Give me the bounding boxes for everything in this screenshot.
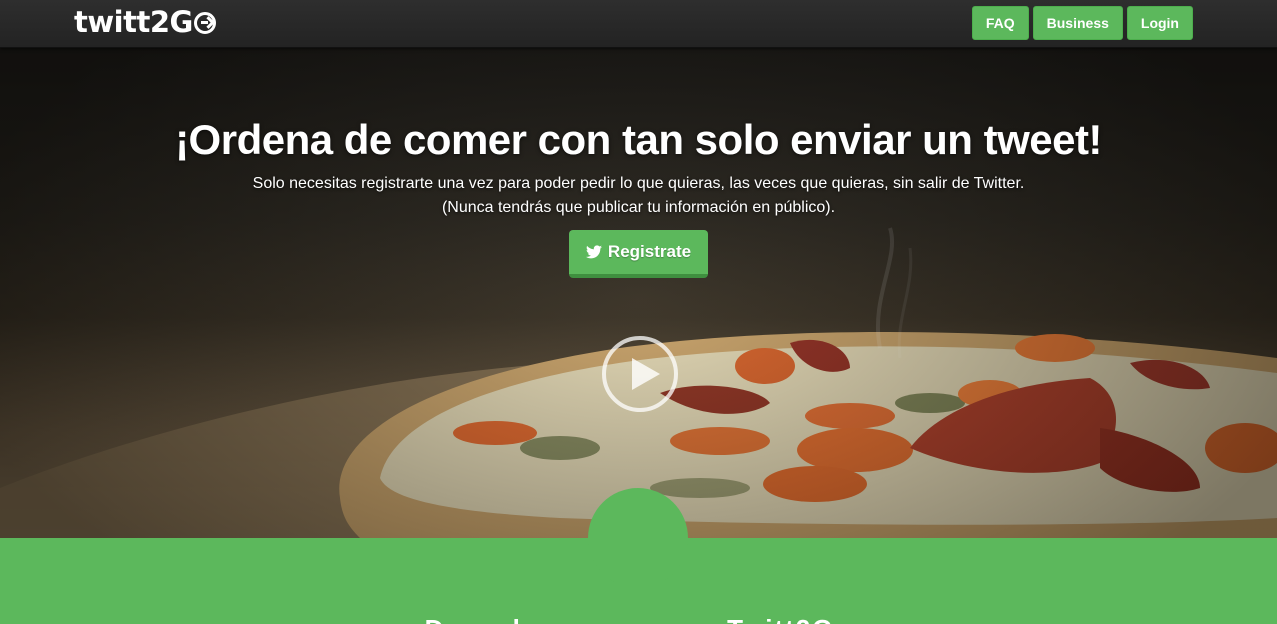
nav-buttons: FAQ Business Login (971, 6, 1193, 40)
logo-arrow-icon (193, 12, 216, 34)
twitter-bird-icon (585, 245, 602, 259)
logo[interactable]: twitt2 G (74, 4, 216, 40)
login-button[interactable]: Login (1126, 6, 1193, 40)
logo-text: twitt2 (74, 5, 170, 39)
hero-title: ¡Ordena de comer con tan solo enviar un … (175, 116, 1102, 163)
hero-subtitle-note: (Nunca tendrás que publicar tu informaci… (441, 199, 836, 216)
decorative-circle (588, 488, 688, 588)
hero-section: ¡Ordena de comer con tan solo enviar un … (0, 48, 1277, 538)
logo-suffix: G (169, 5, 194, 39)
navbar: twitt2 G FAQ Business Login (0, 0, 1277, 48)
play-video-button[interactable] (602, 336, 678, 412)
business-button[interactable]: Business (1032, 6, 1123, 40)
section-heading: Descubre como usar Twitt2Go (0, 614, 1277, 624)
register-label: Registrate (607, 242, 692, 261)
faq-button[interactable]: FAQ (971, 6, 1029, 40)
hero-subtitle: Solo necesitas registrarte una vez para … (252, 175, 1025, 192)
register-button[interactable]: Registrate (569, 230, 708, 278)
